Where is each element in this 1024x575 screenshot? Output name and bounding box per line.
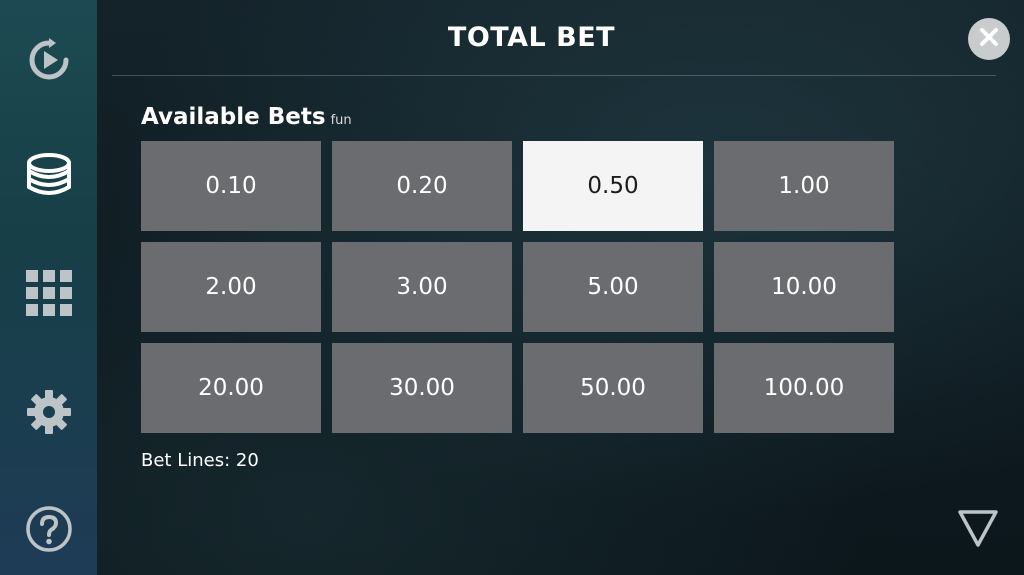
gear-icon <box>26 389 72 435</box>
close-button[interactable] <box>968 18 1010 60</box>
sidebar-item-paytable[interactable] <box>23 267 75 319</box>
bet-option[interactable]: 10.00 <box>714 242 894 332</box>
total-bet-screen: TOTAL BET Available Bets fun 0.10 0.20 0.… <box>0 0 1024 575</box>
bet-option[interactable]: 1.00 <box>714 141 894 231</box>
bet-lines-label: Bet Lines: 20 <box>141 450 259 471</box>
corner-button[interactable] <box>955 507 1001 553</box>
chips-icon <box>24 151 74 197</box>
bet-option[interactable]: 50.00 <box>523 343 703 433</box>
mode-label: fun <box>330 113 352 128</box>
bet-option[interactable]: 0.10 <box>141 141 321 231</box>
grid-icon <box>25 269 73 317</box>
sidebar-item-settings[interactable] <box>23 386 75 438</box>
bet-option[interactable]: 30.00 <box>332 343 512 433</box>
sidebar-item-help[interactable] <box>23 503 75 555</box>
bet-option[interactable]: 0.20 <box>332 141 512 231</box>
sidebar-item-bet[interactable] <box>23 148 75 200</box>
bet-option[interactable]: 0.50 <box>523 141 703 231</box>
title-divider <box>112 75 996 76</box>
bet-option[interactable]: 5.00 <box>523 242 703 332</box>
sidebar <box>0 0 97 575</box>
shield-icon <box>957 507 999 553</box>
bet-options-grid: 0.10 0.20 0.50 1.00 2.00 3.00 5.00 10.00… <box>141 141 894 433</box>
section-title: Available Bets <box>141 104 326 130</box>
close-icon <box>978 26 1000 52</box>
available-bets-heading: Available Bets fun <box>141 104 352 130</box>
bet-option[interactable]: 2.00 <box>141 242 321 332</box>
dialog-title: TOTAL BET <box>447 22 616 53</box>
bet-option[interactable]: 20.00 <box>141 343 321 433</box>
bet-option[interactable]: 3.00 <box>332 242 512 332</box>
bet-option[interactable]: 100.00 <box>714 343 894 433</box>
help-icon <box>25 505 73 553</box>
